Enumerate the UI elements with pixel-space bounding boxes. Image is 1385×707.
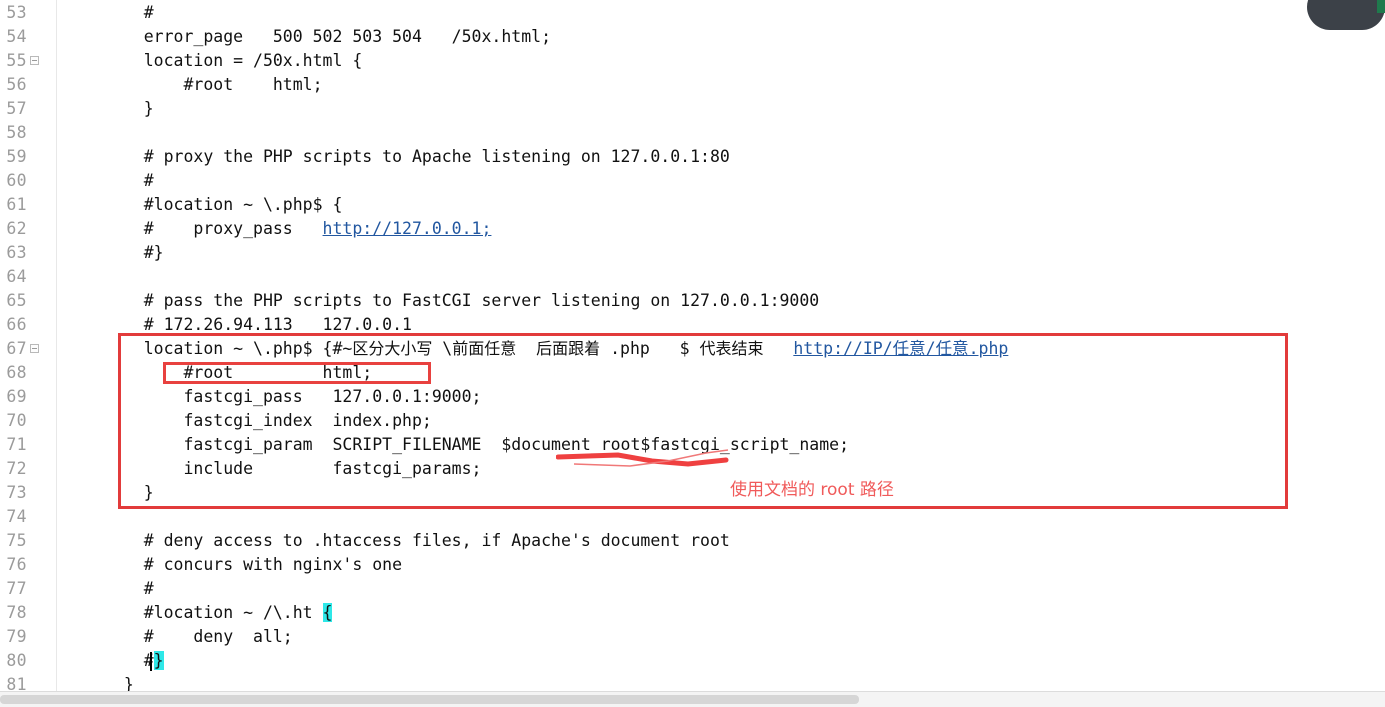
text-cursor bbox=[150, 652, 152, 671]
code-editor[interactable]: 53 54 55 56 57 58 59 60 61 62 63 64 65 66 67 68 69 70 71 72… bbox=[0, 0, 1385, 707]
code-line[interactable]: # bbox=[104, 169, 154, 193]
code-line[interactable]: #} bbox=[104, 241, 164, 265]
code-line[interactable]: # bbox=[104, 1, 154, 25]
code-text: # proxy the PHP scripts to Apache listen… bbox=[104, 147, 730, 166]
code-line[interactable]: fastcgi_pass 127.0.0.1:9000; bbox=[104, 385, 482, 409]
code-text: # bbox=[104, 579, 154, 598]
code-line[interactable]: location = /50x.html { bbox=[104, 49, 363, 73]
code-text: } bbox=[104, 483, 154, 502]
code-text: #root html; bbox=[104, 75, 323, 94]
overlay-green-edge bbox=[1377, 0, 1385, 13]
horizontal-scrollbar[interactable] bbox=[0, 691, 1385, 707]
code-text: include fastcgi_params; bbox=[104, 459, 482, 478]
code-text: # pass the PHP scripts to FastCGI server… bbox=[104, 291, 820, 310]
inline-comment-cjk: 前面任意 bbox=[452, 339, 517, 358]
code-line[interactable]: # 172.26.94.113 127.0.0.1 bbox=[104, 313, 412, 337]
code-line[interactable]: } bbox=[104, 481, 154, 505]
code-line[interactable]: # deny access to .htaccess files, if Apa… bbox=[104, 529, 730, 553]
inline-comment-cjk: 区分大小写 bbox=[352, 339, 433, 358]
matched-brace-highlight: } bbox=[153, 651, 164, 670]
code-line[interactable]: } bbox=[104, 97, 154, 121]
code-line[interactable]: # pass the PHP scripts to FastCGI server… bbox=[104, 289, 820, 313]
code-line[interactable]: #location ~ \.php$ { bbox=[104, 193, 343, 217]
code-text: error_page 500 502 503 504 /50x.html; bbox=[104, 27, 552, 46]
code-line[interactable]: # bbox=[104, 577, 154, 601]
code-text: #} bbox=[104, 243, 164, 262]
code-text: } bbox=[104, 99, 154, 118]
matched-brace-highlight: { bbox=[322, 603, 333, 622]
code-text: \ bbox=[432, 339, 453, 358]
code-text: # deny access to .htaccess files, if Apa… bbox=[104, 531, 730, 550]
code-line[interactable]: error_page 500 502 503 504 /50x.html; bbox=[104, 25, 551, 49]
code-text: #location ~ /\.ht bbox=[104, 603, 323, 622]
code-text: # bbox=[104, 171, 154, 190]
code-text: # bbox=[104, 651, 154, 670]
code-line[interactable]: # concurs with nginx's one bbox=[104, 553, 402, 577]
code-line[interactable]: # proxy_pass http://127.0.0.1; bbox=[104, 217, 492, 241]
inline-comment-cjk: 后面跟着 bbox=[536, 339, 601, 358]
code-text: # proxy_pass bbox=[104, 219, 323, 238]
code-line[interactable]: #location ~ /\.ht { bbox=[104, 601, 333, 625]
code-text: #root html; bbox=[104, 363, 373, 382]
code-text-area[interactable]: # error_page 500 502 503 504 /50x.html; … bbox=[0, 0, 1385, 694]
floating-overlay-widget[interactable] bbox=[1307, 0, 1385, 30]
code-line[interactable]: fastcgi_index index.php; bbox=[104, 409, 432, 433]
code-line[interactable]: #} bbox=[104, 649, 164, 673]
code-line[interactable]: # deny all; bbox=[104, 625, 293, 649]
horizontal-scrollbar-thumb[interactable] bbox=[0, 695, 859, 704]
code-text: # concurs with nginx's one bbox=[104, 555, 403, 574]
code-line[interactable]: #root html; bbox=[104, 73, 323, 97]
code-text: # bbox=[104, 3, 154, 22]
code-line[interactable]: fastcgi_param SCRIPT_FILENAME $document_… bbox=[104, 433, 849, 457]
inline-url-link[interactable]: http://127.0.0.1; bbox=[323, 219, 492, 238]
code-text: fastcgi_param SCRIPT_FILENAME $document_… bbox=[104, 435, 850, 454]
code-line[interactable]: #root html; bbox=[104, 361, 372, 385]
code-text: fastcgi_index index.php; bbox=[104, 411, 432, 430]
code-text: # 172.26.94.113 127.0.0.1 bbox=[104, 315, 412, 334]
code-text: location = /50x.html { bbox=[104, 51, 363, 70]
inline-comment-cjk: 代表结束 bbox=[699, 339, 764, 358]
code-text: # deny all; bbox=[104, 627, 293, 646]
code-line[interactable]: # proxy the PHP scripts to Apache listen… bbox=[104, 145, 730, 169]
code-line[interactable]: include fastcgi_params; bbox=[104, 457, 482, 481]
annotation-note-text: 使用文档的 root 路径 bbox=[730, 480, 894, 500]
code-text: .php $ bbox=[600, 339, 700, 358]
inline-url-link[interactable]: http://IP/任意/任意.php bbox=[793, 339, 1008, 358]
code-text: fastcgi_pass 127.0.0.1:9000; bbox=[104, 387, 482, 406]
code-text: #location ~ \.php$ { bbox=[104, 195, 343, 214]
code-line[interactable]: location ~ \.php$ {#~区分大小写 \前面任意 后面跟着 .p… bbox=[104, 337, 1009, 361]
code-text: location ~ \.php$ {#~ bbox=[104, 339, 353, 358]
